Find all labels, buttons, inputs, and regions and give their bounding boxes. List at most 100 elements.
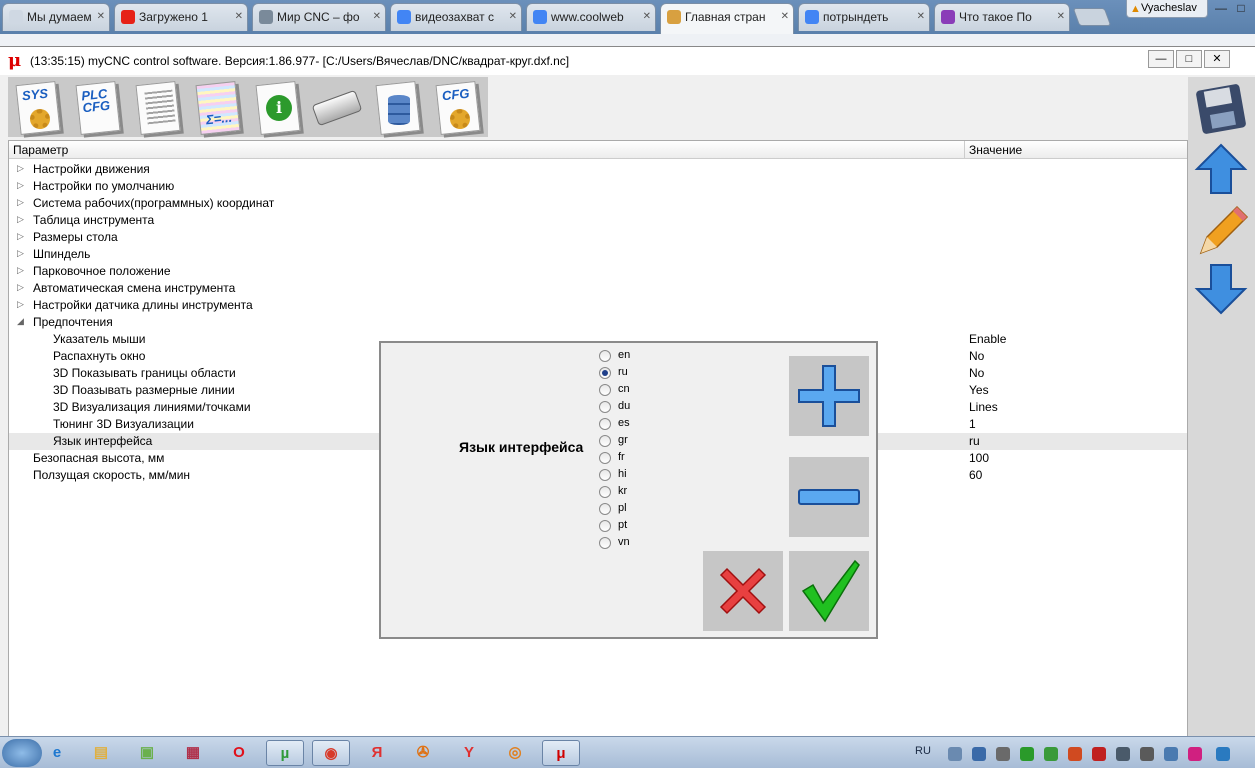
tree-row[interactable]: ▷ Размеры стола [9, 229, 1187, 246]
plc-cfg-button[interactable]: PLC CFG [70, 81, 124, 135]
browser-tab[interactable]: Главная стран ✕ [660, 3, 794, 34]
collapsed-arrow-icon[interactable]: ▷ [17, 299, 24, 310]
table-button[interactable] [130, 81, 184, 135]
info-button[interactable]: i [250, 81, 304, 135]
save-button[interactable] [1193, 81, 1249, 137]
radio-button[interactable] [599, 452, 611, 464]
collapsed-arrow-icon[interactable]: ▷ [17, 180, 24, 191]
radio-button[interactable] [599, 350, 611, 362]
window-minimize-button[interactable]: — [1148, 50, 1174, 68]
tree-row[interactable]: ▷ Парковочное положение [9, 263, 1187, 280]
radio-button[interactable] [599, 486, 611, 498]
radio-button[interactable] [599, 503, 611, 515]
close-icon[interactable]: ✕ [373, 4, 381, 30]
taskbar-yandex-browser-icon[interactable]: Y [450, 740, 488, 766]
tray-icon[interactable] [1188, 747, 1202, 761]
collapsed-arrow-icon[interactable]: ▷ [17, 265, 24, 276]
tree-row[interactable]: ▷ Система рабочих(программных) координат [9, 195, 1187, 212]
browser-tab[interactable]: Мир CNC – фо ✕ [252, 3, 386, 31]
collapsed-arrow-icon[interactable]: ▷ [17, 163, 24, 174]
tree-row[interactable]: ▷ Автоматическая смена инструмента [9, 280, 1187, 297]
tray-icon[interactable] [1164, 747, 1178, 761]
radio-button[interactable] [599, 469, 611, 481]
collapsed-arrow-icon[interactable]: ▷ [17, 214, 24, 225]
window-close-button[interactable]: ✕ [1204, 50, 1230, 68]
browser-tab[interactable]: видеозахват с ✕ [390, 3, 522, 31]
tree-row[interactable]: ▷ Таблица инструмента [9, 212, 1187, 229]
increase-button[interactable] [789, 356, 869, 436]
collapsed-arrow-icon[interactable]: ▷ [17, 248, 24, 259]
taskbar-mycnc-icon[interactable]: μ [542, 740, 580, 766]
window-maximize-button[interactable]: □ [1176, 50, 1202, 68]
tray-icon[interactable] [1044, 747, 1058, 761]
database-button[interactable] [370, 81, 424, 135]
tree-row[interactable]: ▷ Настройки движения [9, 161, 1187, 178]
browser-tab[interactable]: потрындеть ✕ [798, 3, 930, 31]
radio-button[interactable] [599, 367, 611, 379]
close-icon[interactable]: ✕ [1057, 4, 1065, 30]
radio-button[interactable] [599, 520, 611, 532]
plc-cfg-label: PLC CFG [80, 85, 111, 116]
tray-icon[interactable] [1020, 747, 1034, 761]
tray-icon[interactable] [1068, 747, 1082, 761]
network-icon[interactable] [1116, 747, 1130, 761]
collapsed-arrow-icon[interactable]: ▷ [17, 231, 24, 242]
cancel-button[interactable] [703, 551, 783, 631]
close-icon[interactable]: ✕ [235, 4, 243, 30]
radio-button[interactable] [599, 435, 611, 447]
taskbar-opera-icon[interactable]: O [220, 740, 258, 766]
camera-button[interactable] [310, 81, 364, 135]
browser-tab[interactable]: Мы думаем, ч ✕ [2, 3, 110, 31]
taskbar-media-icon[interactable]: ✇ [404, 740, 442, 766]
tree-row[interactable]: ▷ Шпиндель [9, 246, 1187, 263]
browser-tab[interactable]: www.coolweb ✕ [526, 3, 656, 31]
radio-button[interactable] [599, 401, 611, 413]
expanded-arrow-icon[interactable]: ◢ [17, 316, 24, 327]
profile-button[interactable]: ▲ Vyacheslav [1126, 0, 1208, 18]
close-icon[interactable]: ✕ [643, 4, 651, 30]
move-up-button[interactable] [1193, 141, 1249, 197]
radio-button[interactable] [599, 384, 611, 396]
tray-icon[interactable] [948, 747, 962, 761]
tray-icon[interactable] [1092, 747, 1106, 761]
collapsed-arrow-icon[interactable]: ▷ [17, 282, 24, 293]
browser-maximize-button[interactable]: □ [1228, 0, 1254, 18]
browser-tab[interactable]: Что такое По ✕ [934, 3, 1070, 31]
start-button[interactable] [2, 739, 42, 767]
column-header-value[interactable]: Значение [969, 143, 1022, 157]
tray-icon[interactable] [1216, 747, 1230, 761]
taskbar-app-save-icon[interactable]: ▦ [174, 740, 212, 766]
column-header-param[interactable]: Параметр [13, 143, 68, 157]
close-icon[interactable]: ✕ [917, 4, 925, 30]
windows-taskbar: e ▤ ▣ ▦ Oµ ◉ Я ✇ Y ◎ μ RU [0, 736, 1255, 768]
taskbar-chrome-icon[interactable]: ◉ [312, 740, 350, 766]
edit-button[interactable] [1193, 201, 1249, 257]
tray-icon[interactable] [972, 747, 986, 761]
new-tab-button[interactable] [1072, 8, 1112, 26]
decrease-button[interactable] [789, 457, 869, 537]
sys-settings-button[interactable]: SYS [10, 81, 64, 135]
taskbar-app-green-icon[interactable]: ▣ [128, 740, 166, 766]
cfg-button[interactable]: CFG [430, 81, 484, 135]
tray-icon[interactable] [1140, 747, 1154, 761]
close-icon[interactable]: ✕ [509, 4, 517, 30]
tree-row[interactable]: ▷ Настройки датчика длины инструмента [9, 297, 1187, 314]
taskbar-explorer-icon[interactable]: ▤ [82, 740, 120, 766]
volume-icon[interactable] [996, 747, 1010, 761]
taskbar-ie-icon[interactable]: e [38, 740, 76, 766]
formula-button[interactable]: Σ=... [190, 81, 244, 135]
radio-button[interactable] [599, 537, 611, 549]
tree-row[interactable]: ◢ Предпочтения [9, 314, 1187, 331]
ok-button[interactable] [789, 551, 869, 631]
radio-button[interactable] [599, 418, 611, 430]
close-icon[interactable]: ✕ [781, 4, 789, 30]
taskbar-app-orange-icon[interactable]: ◎ [496, 740, 534, 766]
taskbar-yandex-icon[interactable]: Я [358, 740, 396, 766]
move-down-button[interactable] [1193, 261, 1249, 317]
browser-tab[interactable]: Загружено 1 ✕ [114, 3, 248, 31]
language-indicator[interactable]: RU [915, 745, 931, 757]
close-icon[interactable]: ✕ [97, 4, 105, 30]
tree-row[interactable]: ▷ Настройки по умолчанию [9, 178, 1187, 195]
taskbar-utorrent-icon[interactable]: µ [266, 740, 304, 766]
collapsed-arrow-icon[interactable]: ▷ [17, 197, 24, 208]
